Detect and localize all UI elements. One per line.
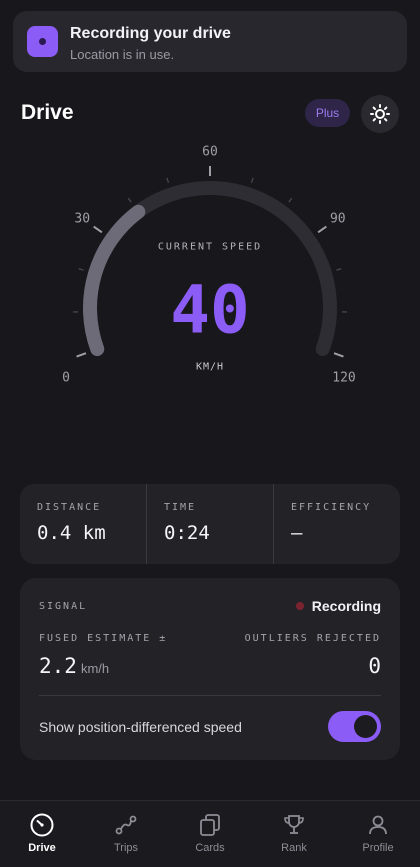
- current-speed-value: 40: [170, 271, 250, 349]
- toggle-knob: [354, 715, 377, 738]
- nav-label: Cards: [195, 842, 225, 854]
- person-icon: [365, 812, 391, 838]
- gauge-tick-120: 120: [332, 370, 356, 386]
- nav-item-cards[interactable]: Cards: [168, 801, 252, 867]
- trip-stats-card: DISTANCE 0.4 km TIME 0:24 EFFICIENCY —: [20, 484, 400, 564]
- signal-label: SIGNAL: [39, 601, 88, 612]
- gauge-tick-0: 0: [62, 370, 70, 386]
- gauge-fill: [83, 204, 146, 357]
- gauge-tick-mark: [250, 177, 254, 183]
- fused-estimate-label: FUSED ESTIMATE ±: [39, 633, 168, 644]
- gauge-tick-60: 60: [202, 144, 218, 160]
- recording-status-text: Recording: [311, 598, 381, 614]
- recording-dot-icon: [295, 602, 304, 610]
- nav-label: Profile: [362, 842, 394, 854]
- gauge-tick-mark: [127, 197, 132, 203]
- notification-title: Recording your drive: [70, 25, 231, 42]
- stat-label: EFFICIENCY: [291, 502, 372, 513]
- fused-estimate-value: 2.2 km/h: [39, 654, 109, 678]
- nav-label: Drive: [28, 842, 56, 854]
- nav-label: Rank: [281, 842, 307, 854]
- gauge-tick-30: 30: [74, 211, 91, 227]
- sun-icon: [370, 104, 390, 124]
- nav-label: Trips: [113, 842, 139, 854]
- outliers-value: 0: [368, 654, 381, 678]
- recording-notification[interactable]: Recording your drive Location is in use.: [13, 11, 407, 72]
- toggle-label: Show position-differenced speed: [39, 719, 242, 735]
- gauge-caption: CURRENT SPEED: [157, 241, 263, 253]
- page-title: Drive: [21, 101, 74, 124]
- cards-icon: [197, 812, 223, 838]
- stat-efficiency: EFFICIENCY —: [274, 484, 400, 564]
- gauge-tick-mark: [78, 268, 84, 271]
- speed-unit: KM/H: [195, 361, 225, 373]
- signal-card: SIGNAL Recording FUSED ESTIMATE ± 2.2 km/…: [20, 578, 400, 760]
- gauge-tick-mark: [76, 352, 87, 358]
- nav-item-profile[interactable]: Profile: [336, 801, 420, 867]
- stat-label: DISTANCE: [37, 502, 102, 513]
- route-icon: [113, 812, 139, 838]
- plus-badge[interactable]: Plus: [305, 99, 350, 127]
- notification-subtitle: Location is in use.: [70, 47, 175, 62]
- gauge-tick-mark: [166, 177, 170, 183]
- gauge-tick-mark: [317, 225, 327, 234]
- gauge-tick-mark: [93, 225, 103, 234]
- gauge-tick-mark: [288, 197, 293, 203]
- stat-label: TIME: [164, 502, 197, 513]
- stat-value: —: [291, 522, 303, 544]
- stat-time: TIME 0:24: [147, 484, 274, 564]
- speedometer-icon: [29, 812, 55, 838]
- theme-toggle-button[interactable]: [361, 95, 399, 133]
- gauge-tick-mark: [333, 352, 344, 358]
- stat-value: 0.4 km: [37, 522, 106, 544]
- divider: [39, 695, 381, 696]
- record-icon: [27, 26, 58, 57]
- trophy-icon: [281, 812, 307, 838]
- fused-number: 2.2: [39, 654, 77, 678]
- gauge-tick-90: 90: [329, 211, 346, 227]
- stat-value: 0:24: [164, 522, 210, 544]
- nav-item-drive[interactable]: Drive: [0, 801, 84, 867]
- gauge-tick-mark: [336, 268, 342, 271]
- nav-item-trips[interactable]: Trips: [84, 801, 168, 867]
- recording-status: Recording: [295, 598, 381, 614]
- position-speed-toggle[interactable]: [328, 711, 381, 742]
- bottom-nav: Drive Trips Cards Rank Profile: [0, 800, 420, 867]
- fused-unit: km/h: [80, 661, 110, 676]
- stat-distance: DISTANCE 0.4 km: [20, 484, 147, 564]
- outliers-label: OUTLIERS REJECTED: [244, 633, 381, 644]
- nav-item-rank[interactable]: Rank: [252, 801, 336, 867]
